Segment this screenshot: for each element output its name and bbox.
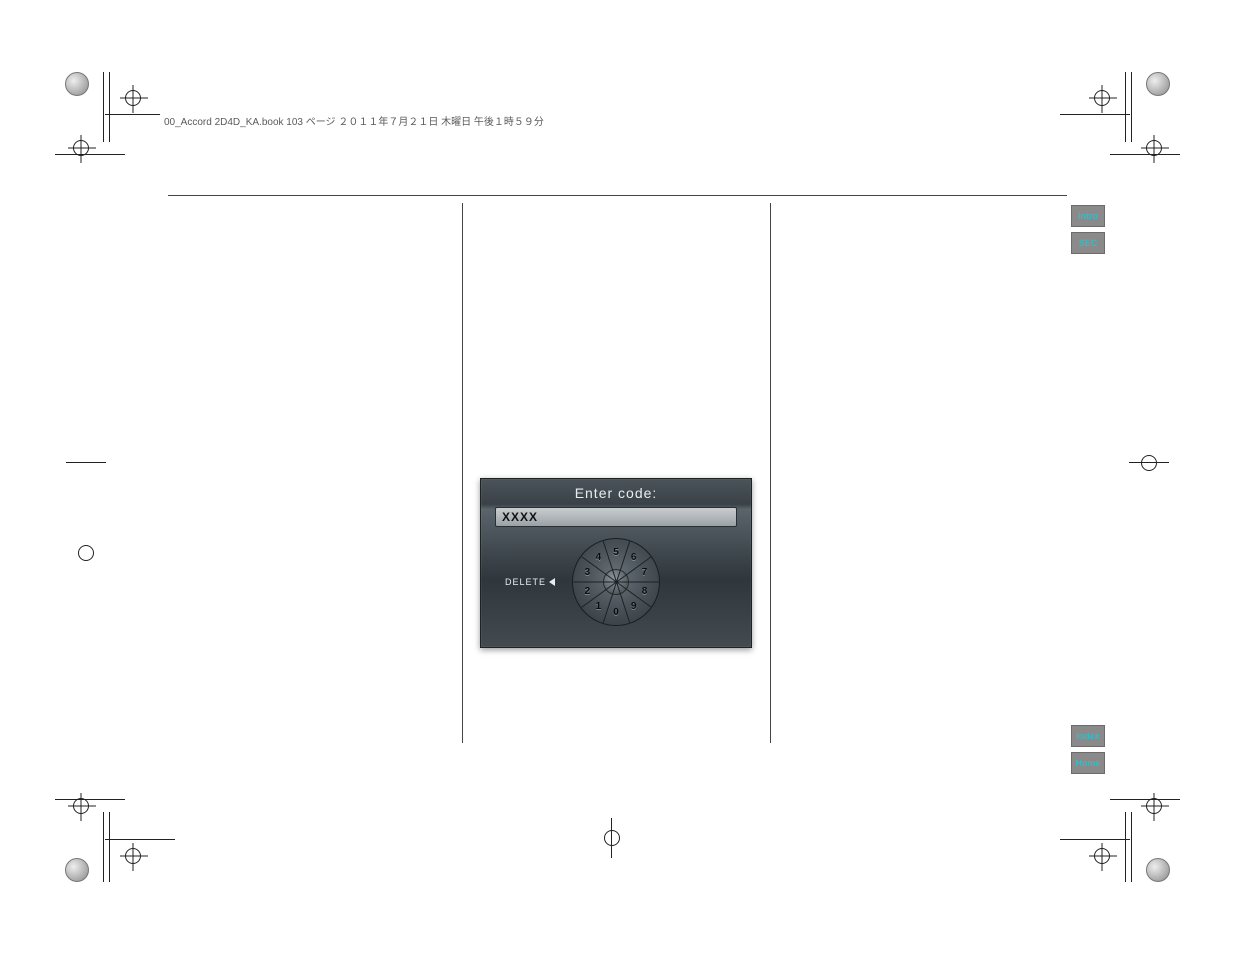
column-divider-2 <box>770 203 771 743</box>
navi-code-input[interactable]: XXXX <box>495 507 737 527</box>
dial-digit-4[interactable]: 4 <box>590 550 606 566</box>
cropmark-bottom-right <box>1080 784 1170 874</box>
dial-digit-9[interactable]: 9 <box>626 598 642 614</box>
navi-dial[interactable]: 567 89012 34 <box>572 538 660 626</box>
dial-digit-0[interactable]: 0 <box>608 604 624 620</box>
document-header: 00_Accord 2D4D_KA.book 103 ページ ２０１１年７月２１… <box>160 113 548 128</box>
dial-digit-6[interactable]: 6 <box>626 550 642 566</box>
tab-index[interactable]: Index <box>1071 725 1105 747</box>
cropmark-mid-bottom <box>604 830 620 846</box>
navi-delete-label: DELETE <box>505 577 546 587</box>
tab-home[interactable]: Home <box>1071 752 1105 774</box>
arrow-left-icon <box>549 578 555 586</box>
dial-digit-1[interactable]: 1 <box>590 598 606 614</box>
cropmark-top-right <box>1080 80 1170 170</box>
dial-digit-8[interactable]: 8 <box>637 583 653 599</box>
page-top-rule <box>168 195 1067 196</box>
cropmark-mid-left <box>78 455 168 561</box>
tab-sec[interactable]: SEC <box>1071 232 1105 254</box>
dial-digit-3[interactable]: 3 <box>579 565 595 581</box>
navi-title: Enter code: <box>481 485 751 501</box>
cropmark-top-left <box>65 80 155 170</box>
navi-delete-button[interactable]: DELETE <box>505 577 555 587</box>
navi-code-value: XXXX <box>502 510 538 524</box>
cropmark-mid-right <box>1141 455 1157 471</box>
cropmark-bottom-left <box>65 784 155 874</box>
dial-digit-5[interactable]: 5 <box>608 544 624 560</box>
dial-digit-2[interactable]: 2 <box>579 583 595 599</box>
navi-enter-code-panel: Enter code: XXXX DELETE 567 89012 34 <box>480 478 752 648</box>
tab-intro[interactable]: Intro <box>1071 205 1105 227</box>
column-divider-1 <box>462 203 463 743</box>
dial-digit-7[interactable]: 7 <box>637 565 653 581</box>
